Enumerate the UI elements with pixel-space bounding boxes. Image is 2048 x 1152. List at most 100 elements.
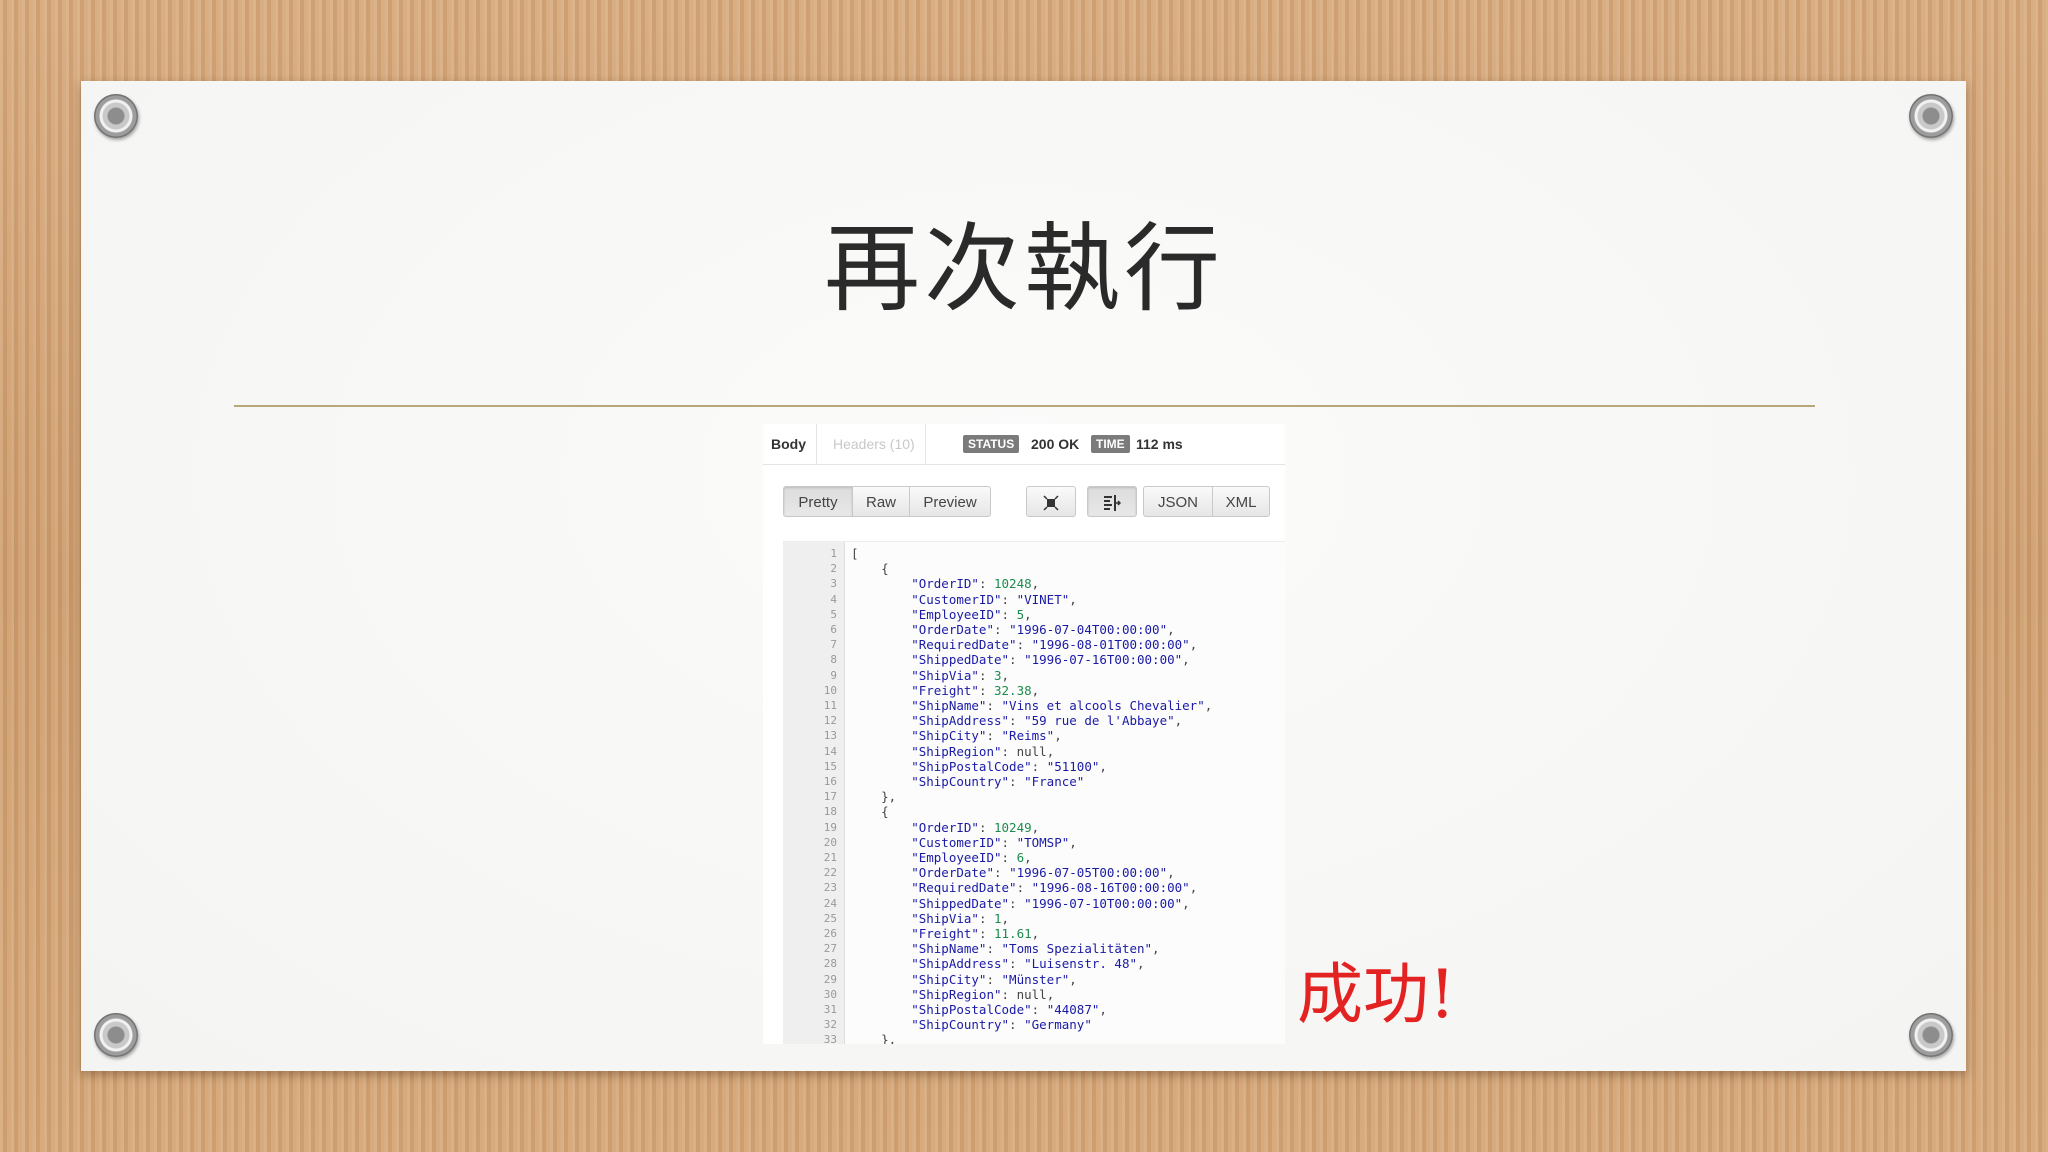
json-key: "EmployeeID" [851,850,1002,865]
json-punct: : [1009,956,1025,972]
expand-button[interactable] [1026,486,1076,517]
json-punct: : [986,698,1002,713]
line-number: 21 [823,851,837,864]
json-key: "ShipName" [851,698,987,713]
line-number: 11 [823,699,837,712]
json-punct: : [986,728,1002,744]
json-punct: : [978,667,994,683]
expand-icon [1043,495,1059,511]
code-line: }, [851,789,896,804]
code-line: "RequiredDate": "1996-08-01T00:00:00", [851,637,1197,652]
line-number: 30 [823,987,837,1001]
json-punct: : [1009,774,1025,789]
line-number: 2 [830,562,837,576]
json-punct: null [1016,743,1047,759]
json-punct: { [851,561,889,577]
json-string: "France" [1024,774,1085,789]
code-line: "OrderDate": "1996-07-05T00:00:00", [851,865,1174,881]
code-line: "ShippedDate": "1996-07-10T00:00:00", [851,895,1189,911]
line-number: 4 [830,592,837,606]
json-punct: : [978,819,994,835]
json-key: "OrderID" [851,576,979,592]
code-line: "RequiredDate": "1996-08-16T00:00:00", [851,880,1197,895]
json-key: "ShipPostalCode" [851,1002,1032,1017]
json-punct: , [1024,606,1032,622]
json-string: "1996-07-16T00:00:00" [1024,652,1183,668]
json-string: "1996-08-16T00:00:00" [1031,880,1190,896]
wrap-lines-button[interactable] [1087,486,1137,517]
json-punct: : [1001,850,1017,865]
json-punct: , [1167,622,1175,637]
line-number: 15 [823,759,837,773]
code-line: "ShipCity": "Reims", [851,728,1062,743]
json-key: "EmployeeID" [851,606,1002,622]
tab-body[interactable]: Body [771,424,813,464]
json-key: "OrderDate" [851,865,994,881]
code-line: "ShipPostalCode": "51100", [851,759,1107,774]
json-number: 10248 [994,576,1032,592]
json-string: "51100" [1046,758,1100,774]
line-number: 17 [823,790,837,804]
line-number: 6 [830,623,837,636]
preview-button[interactable]: Preview [909,486,991,517]
code-line: "ShippedDate": "1996-07-16T00:00:00", [851,652,1189,668]
json-button[interactable]: JSON [1143,486,1213,517]
json-punct: : [1001,591,1017,607]
json-string: "Münster" [1001,971,1070,987]
line-number: 19 [823,820,837,834]
line-number: 27 [823,942,837,956]
json-number: 5 [1016,606,1025,622]
json-key: "RequiredDate" [851,880,1017,896]
line-number: 24 [823,896,837,910]
json-punct: , [1099,758,1107,774]
json-punct: : [1009,895,1025,911]
json-punct: : [1001,743,1017,759]
line-number: 31 [823,1003,837,1016]
line-number: 7 [830,638,837,652]
json-key: "Freight" [851,682,979,698]
json-punct: : [978,576,994,592]
line-number: 26 [823,927,837,940]
pretty-button[interactable]: Pretty [783,486,853,517]
json-key: "RequiredDate" [851,637,1017,653]
code-line: "ShipRegion": null, [851,744,1054,759]
json-number: 10249 [994,819,1032,835]
json-punct: , [1189,637,1198,653]
json-punct: : [1031,1002,1047,1017]
line-number: 32 [823,1018,837,1032]
code-line: "Freight": 32.38, [851,683,1039,698]
json-string: "59 rue de l'Abbaye" [1024,713,1175,729]
json-string: "Toms Spezialitäten" [1001,941,1153,957]
json-punct: , [1137,956,1145,972]
json-punct: : [986,941,1002,957]
json-punct: , [1031,576,1040,592]
json-punct: : [978,910,994,926]
code-line: "ShipCountry": "Germany" [851,1017,1092,1032]
time-value: 112 ms [1136,436,1183,452]
json-punct: , [1031,819,1040,835]
code-line: "ShipVia": 3, [851,668,1009,683]
json-punct: , [1189,880,1198,896]
raw-button[interactable]: Raw [852,486,910,517]
json-code-viewer[interactable]: 1 2 3 4 5 6 7 8 9 10 11 12 13 14 15 16 17 18 19 20 21 22 23 24 2… [783,541,1285,1044]
code-line: }, [851,1032,896,1044]
json-string: "1996-08-01T00:00:00" [1031,637,1190,653]
slide-title: 再次執行 [824,213,1224,325]
grommet-top-left [94,94,138,138]
line-number: 23 [823,881,837,895]
json-punct: , [1024,850,1032,865]
code-line: "ShipAddress": "Luisenstr. 48", [851,956,1145,972]
grommet-bottom-left [94,1013,138,1057]
json-punct: : [978,926,994,941]
json-key: "CustomerID" [851,834,1002,850]
json-string: "1996-07-04T00:00:00" [1009,622,1168,637]
tab-headers[interactable]: Headers (10) [816,424,926,464]
json-punct: }, [851,1032,897,1044]
code-line: "ShipPostalCode": "44087", [851,1002,1107,1017]
xml-button[interactable]: XML [1212,486,1270,517]
json-key: "ShipCity" [851,971,987,987]
json-punct: : [1001,606,1017,622]
response-panel-screenshot: Body Headers (10) STATUS 200 OK TIME 112… [763,424,1285,1044]
json-punct: : [1001,986,1017,1002]
json-punct: : [1009,652,1025,668]
